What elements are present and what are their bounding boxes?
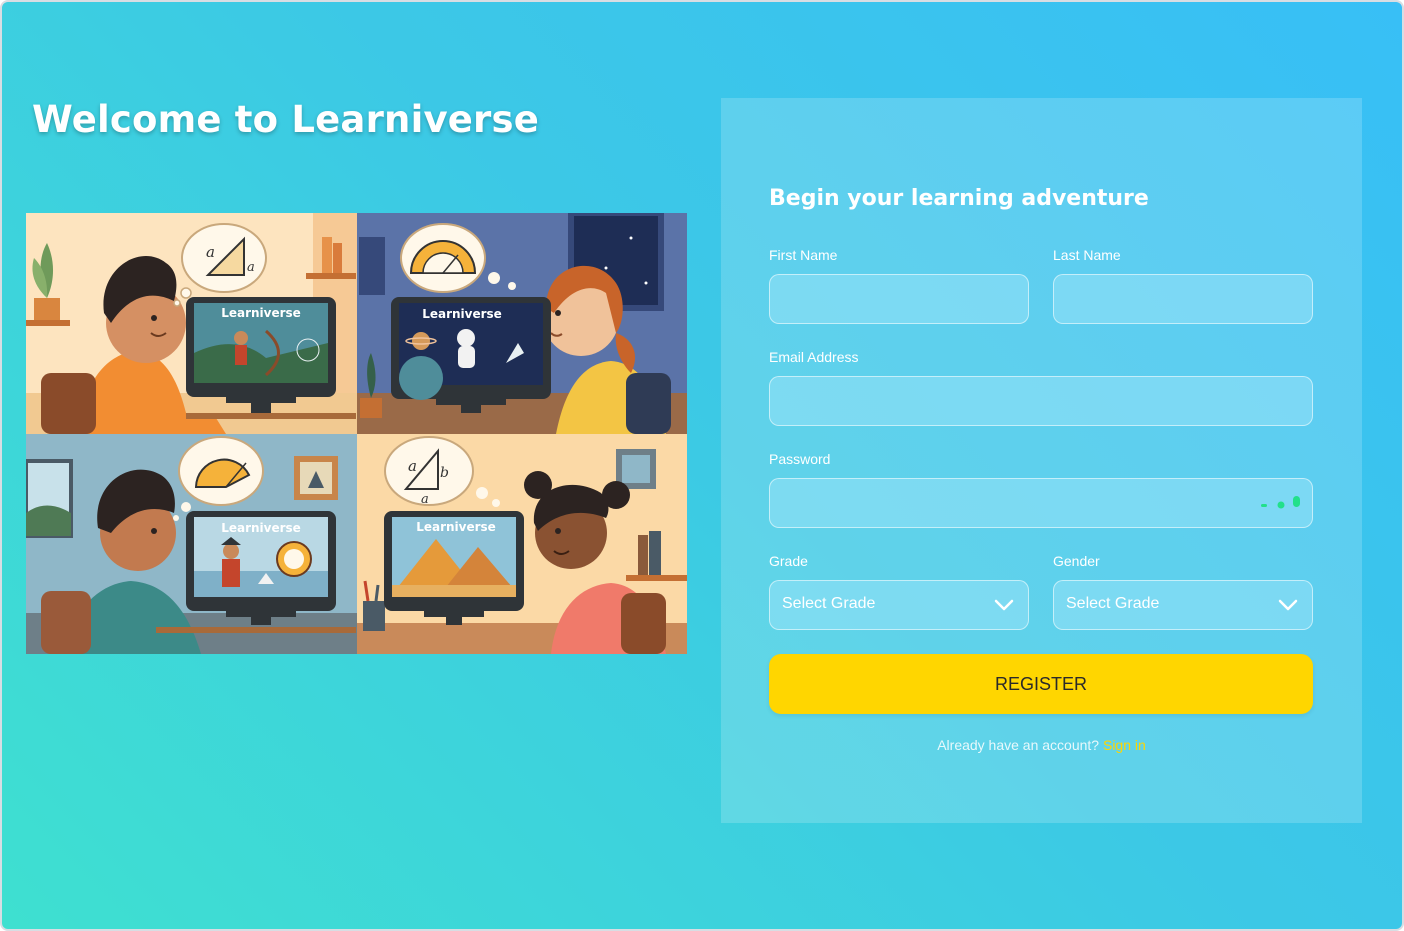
- password-input[interactable]: [769, 478, 1313, 528]
- email-label: Email Address: [769, 349, 859, 365]
- gender-select-value: Select Grade: [1066, 595, 1160, 612]
- hero-label-a2: a: [247, 260, 255, 275]
- grade-select[interactable]: Select Grade: [769, 580, 1029, 630]
- first-name-label: First Name: [769, 247, 838, 263]
- grade-label: Grade: [769, 553, 808, 569]
- chevron-down-icon: [994, 597, 1014, 617]
- signin-row: Already have an account? Sign in: [721, 737, 1362, 753]
- hero-label-a4: a: [421, 492, 429, 507]
- signin-link[interactable]: Sign in: [1103, 737, 1146, 753]
- register-button[interactable]: REGISTER: [769, 654, 1313, 714]
- registration-panel: Begin your learning adventure First Name…: [721, 98, 1362, 823]
- grade-select-value: Select Grade: [782, 595, 876, 612]
- hero-label-a1: a: [206, 243, 215, 261]
- hero-label-b: b: [440, 465, 449, 481]
- hero-screen-brand-3: Learniverse: [221, 521, 301, 535]
- hero-illustration: a a Learniverse Learniverse Learniverse …: [26, 213, 687, 654]
- form-title: Begin your learning adventure: [769, 186, 1149, 211]
- page-frame: Welcome to Learniverse a a Learniverse L…: [0, 0, 1404, 931]
- signin-prompt: Already have an account?: [937, 737, 1103, 753]
- welcome-title: Welcome to Learniverse: [32, 98, 540, 141]
- chevron-down-icon: [1278, 597, 1298, 617]
- email-input[interactable]: [769, 376, 1313, 426]
- first-name-input[interactable]: [769, 274, 1029, 324]
- hero-screen-brand-1: Learniverse: [221, 306, 301, 320]
- hero-label-a3: a: [408, 457, 417, 475]
- password-strength-icon: [1259, 493, 1348, 515]
- hero-screen-brand-2: Learniverse: [422, 307, 502, 321]
- hero-illustration-art: a a Learniverse Learniverse Learniverse …: [26, 213, 687, 654]
- hero-quadrant-pyramids: a b a Learniverse: [357, 434, 687, 654]
- last-name-input[interactable]: [1053, 274, 1313, 324]
- gender-label: Gender: [1053, 553, 1100, 569]
- last-name-label: Last Name: [1053, 247, 1121, 263]
- hero-screen-brand-4: Learniverse: [416, 520, 496, 534]
- gender-select[interactable]: Select Grade: [1053, 580, 1313, 630]
- hero-quadrant-space: Learniverse: [357, 213, 687, 434]
- hero-quadrant-explorer: Learniverse: [26, 434, 357, 654]
- hero-quadrant-archery: a a Learniverse: [26, 213, 357, 434]
- password-label: Password: [769, 451, 831, 467]
